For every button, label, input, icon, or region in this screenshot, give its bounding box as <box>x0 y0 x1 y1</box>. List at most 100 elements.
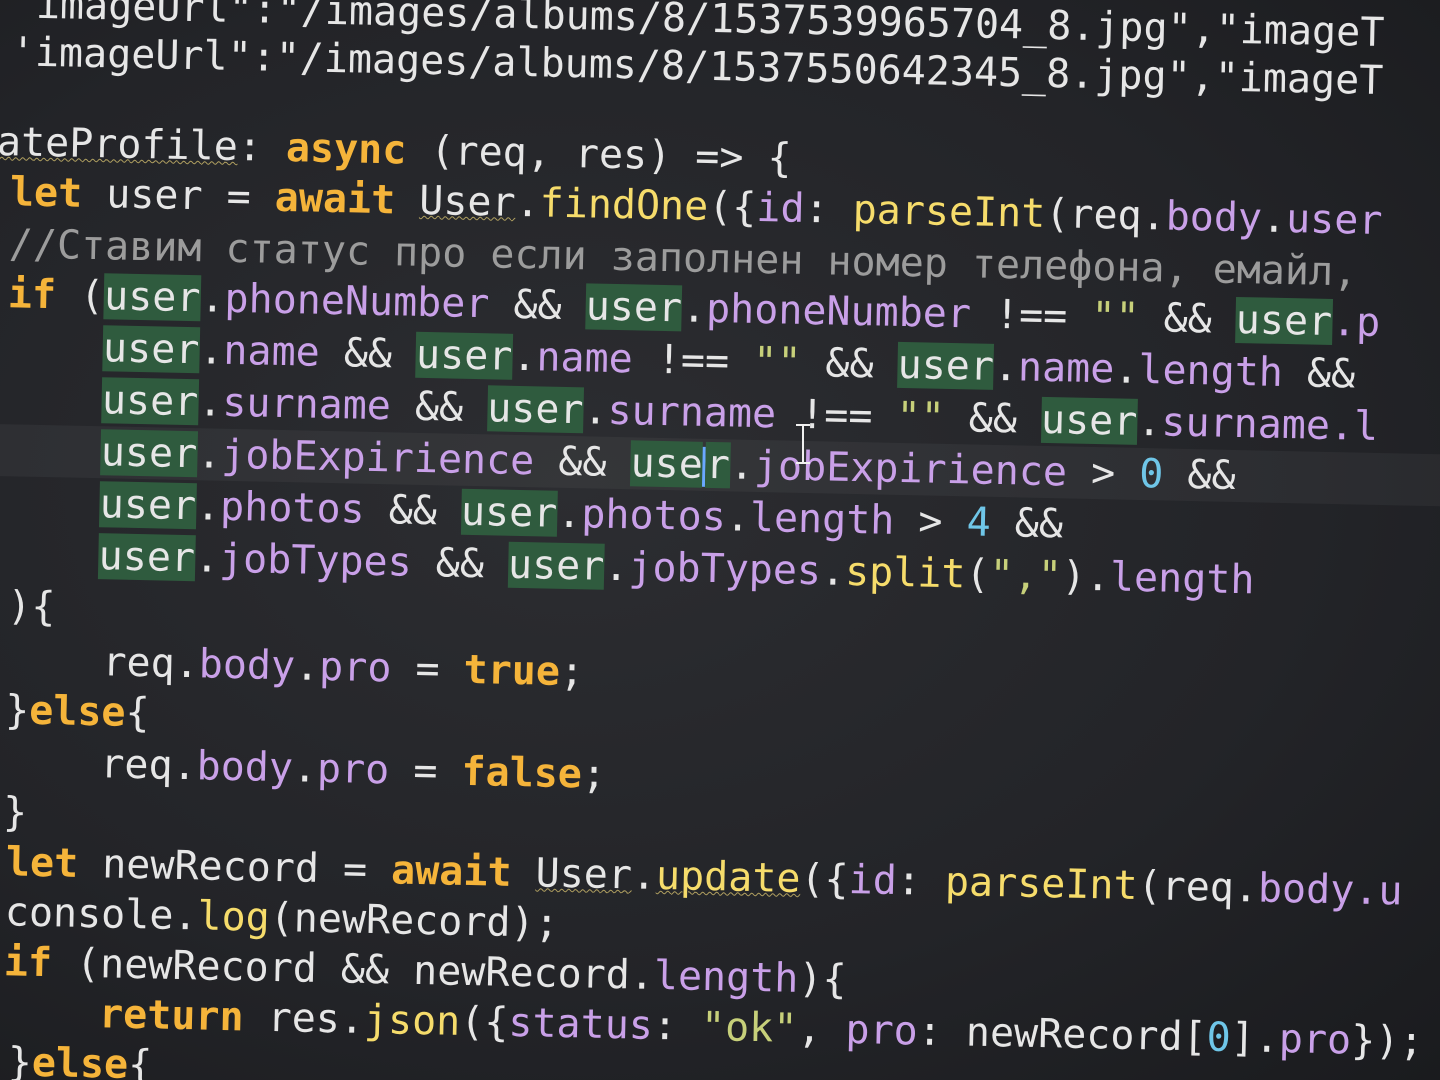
code-token: async <box>285 125 407 174</box>
code-token: ){ <box>797 955 848 1003</box>
code-token: user <box>105 171 204 220</box>
code-token: . <box>631 852 657 899</box>
code-token: surname <box>1160 399 1331 449</box>
code-token: surname <box>221 379 392 430</box>
code-token: return <box>98 991 269 1041</box>
code-token: . <box>292 745 318 792</box>
code-token: pro <box>316 745 390 794</box>
code-token: res. <box>267 994 365 1043</box>
code-token: parseInt <box>944 858 1139 910</box>
code-token: user <box>98 533 196 582</box>
code-token: (req. <box>1044 190 1167 240</box>
code-token: (req. <box>1137 863 1259 912</box>
code-token: && <box>533 438 632 487</box>
code-token: ; <box>559 648 585 696</box>
code-token: if <box>7 271 81 319</box>
code-token: true <box>463 646 561 695</box>
code-token: ({ <box>459 998 509 1046</box>
code-token: . <box>195 483 221 530</box>
code-token: ( <box>965 551 991 598</box>
code-token: console. <box>4 889 198 940</box>
code-token: . <box>198 327 224 374</box>
code-token: } <box>4 687 30 734</box>
code-token: . <box>1113 346 1139 393</box>
code-token: . <box>1136 398 1162 446</box>
code-token: user <box>103 273 201 322</box>
code-token: length <box>1109 554 1255 604</box>
code-token: { <box>127 1041 153 1080</box>
code-token: && <box>1282 349 1356 398</box>
code-token: parseInt <box>852 186 1046 237</box>
code-token: user <box>415 331 513 380</box>
code-token: if <box>3 939 77 987</box>
text-cursor-icon <box>796 424 810 464</box>
code-line[interactable]: }else{ <box>5 684 151 739</box>
code-token: !== <box>632 336 754 385</box>
code-token: body <box>196 743 294 792</box>
code-token: length <box>1137 346 1284 396</box>
code-token: : <box>896 857 946 905</box>
code-token: await <box>390 847 537 897</box>
code-token: id <box>755 184 806 232</box>
code-token: . <box>603 543 629 591</box>
code-token: . <box>1261 195 1287 242</box>
code-token: "" <box>896 393 946 441</box>
code-token: "" <box>752 338 802 386</box>
code-token: .p <box>1331 298 1381 346</box>
code-token: "" <box>1090 293 1140 341</box>
code-area[interactable]: 'imageUrl":"/images/albums/8/15375399657… <box>0 0 1440 1080</box>
code-token: && <box>319 329 417 378</box>
code-token: { <box>125 689 151 737</box>
code-token: . <box>199 275 226 322</box>
code-token: 0 <box>1138 450 1164 498</box>
code-token: false <box>461 748 583 798</box>
code-token: req. <box>3 739 198 790</box>
code-token: use <box>630 440 704 488</box>
code-token: } <box>2 789 28 836</box>
code-token: body <box>198 641 296 690</box>
code-token: : newRecord[ <box>917 1008 1208 1061</box>
code-token: && <box>488 281 587 330</box>
code-token: . <box>194 535 220 582</box>
code-token: User <box>418 177 517 226</box>
code-token: pro <box>845 1006 919 1055</box>
code-token: ( <box>79 272 105 320</box>
code-token: surname <box>607 387 777 438</box>
code-token: "," <box>989 551 1063 600</box>
code-line[interactable]: req.body.pro = false; <box>3 736 607 801</box>
code-token: user <box>1040 396 1138 445</box>
code-token: name <box>535 334 634 383</box>
code-token: user <box>486 385 585 434</box>
code-token: await <box>274 174 420 224</box>
code-token: let <box>5 839 103 888</box>
code-line[interactable]: ){ <box>7 580 56 633</box>
code-token: name <box>1017 344 1115 393</box>
code-token: user <box>99 481 197 530</box>
code-editor[interactable]: 'imageUrl":"/images/albums/8/15375399657… <box>0 0 1440 1080</box>
code-line[interactable]: }else{ <box>7 1036 153 1080</box>
code-token: user <box>101 377 199 426</box>
code-token: && <box>1139 294 1237 343</box>
code-token: phoneNumber <box>224 275 490 328</box>
code-token: let <box>9 169 107 218</box>
code-token: user <box>585 283 683 332</box>
code-token: user <box>1285 195 1383 244</box>
code-token: ){ <box>6 583 56 631</box>
code-token: && <box>944 394 1042 443</box>
code-token: . <box>556 490 582 538</box>
code-token: pro <box>318 643 392 692</box>
code-line[interactable]: } <box>2 786 28 838</box>
code-token: } <box>7 1039 33 1080</box>
code-token: (req, res) => { <box>405 127 793 182</box>
code-token: r <box>705 441 731 489</box>
code-token: , <box>796 1005 847 1053</box>
code-token: . <box>729 442 755 489</box>
code-token: . <box>515 179 541 227</box>
code-token: . <box>511 333 537 381</box>
code-token: .u <box>1353 867 1403 915</box>
code-token: ({ <box>800 855 850 903</box>
code-token: length <box>749 494 895 544</box>
